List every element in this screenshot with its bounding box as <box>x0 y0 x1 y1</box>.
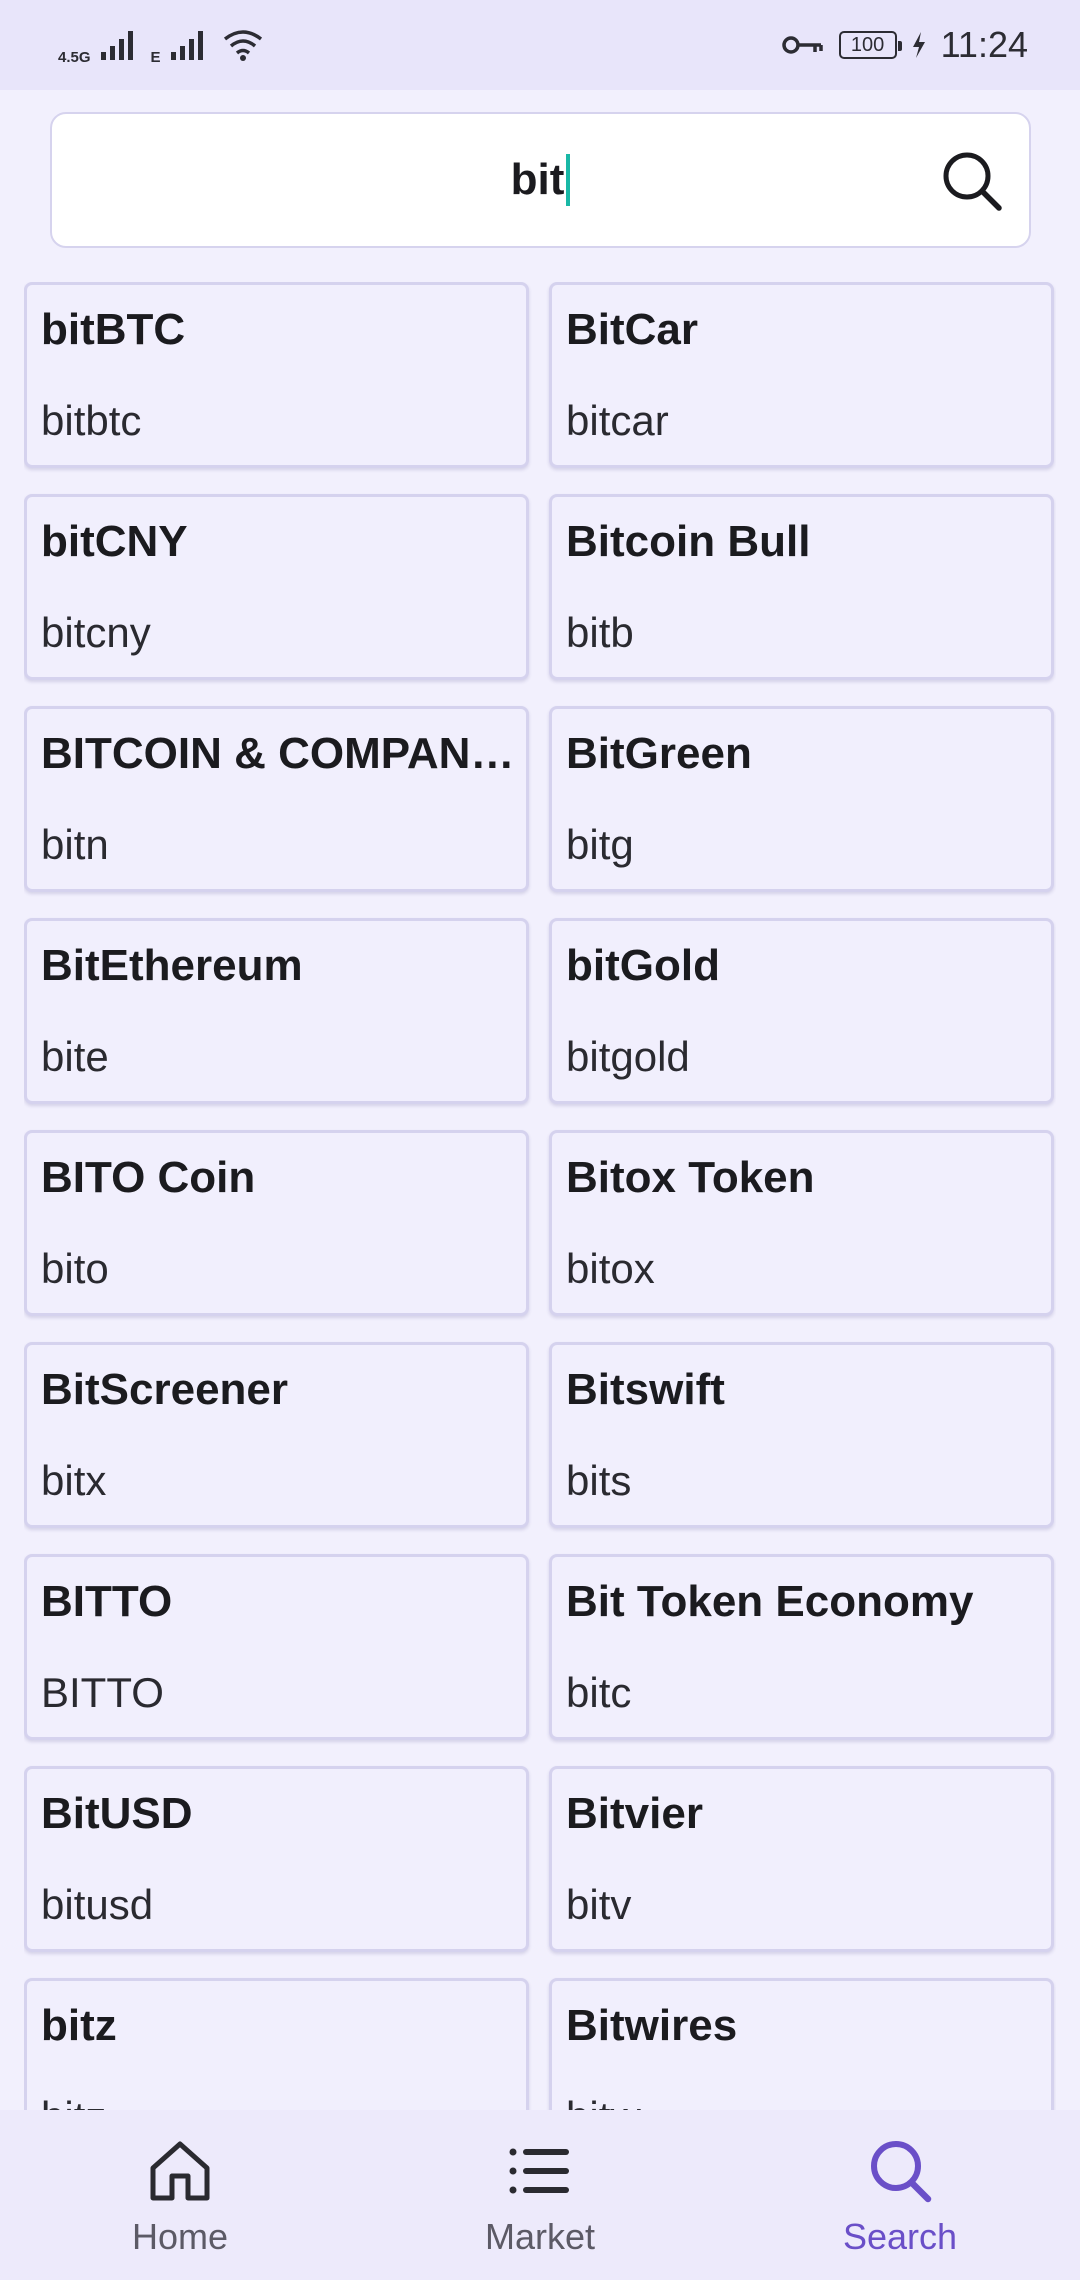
search-input-value: bit <box>510 155 565 204</box>
coin-name: Bitcoin Bull <box>566 517 811 566</box>
coin-name: BitUSD <box>41 1789 193 1838</box>
status-bar: 4.5G E 100 11:24 <box>0 0 1080 90</box>
coin-name: bitz <box>41 2001 117 2050</box>
signal-icon-2 <box>170 31 203 60</box>
result-card[interactable]: BITO Coin bito <box>24 1130 529 1316</box>
coin-name: BitCar <box>566 305 699 354</box>
search-icon[interactable] <box>939 148 1005 214</box>
coin-name: Bitvier <box>566 1789 703 1838</box>
coin-symbol: bitbtc <box>41 397 142 444</box>
coin-symbol: bitc <box>566 1669 632 1716</box>
result-card[interactable]: BitEthereum bite <box>24 918 529 1104</box>
coin-symbol: bitcny <box>41 609 151 656</box>
result-card[interactable]: bitCNY bitcny <box>24 494 529 680</box>
coin-symbol: BITTO <box>41 1669 164 1716</box>
result-card[interactable]: Bit Token Economy bitc <box>549 1554 1054 1740</box>
coin-name: bitCNY <box>41 517 188 566</box>
home-icon <box>150 2141 210 2201</box>
coin-name: Bitox Token <box>566 1153 815 1202</box>
list-icon <box>509 2148 569 2194</box>
result-card[interactable]: BitGreen bitg <box>549 706 1054 892</box>
coin-name: Bitswift <box>566 1365 725 1414</box>
battery-icon: 100 <box>838 31 902 59</box>
clock: 11:24 <box>940 24 1028 65</box>
search-input[interactable]: bit <box>52 114 1029 246</box>
nav-label-market: Market <box>484 2216 596 2257</box>
result-card[interactable]: Bitox Token bitox <box>549 1130 1054 1316</box>
result-card[interactable]: Bitvier bitv <box>549 1766 1054 1952</box>
search-box[interactable]: bit <box>50 112 1031 248</box>
bottom-nav: Home Market Search <box>0 2110 1080 2280</box>
nav-label-search: Search <box>842 2216 958 2257</box>
search-icon <box>871 2141 932 2203</box>
coin-name: bitGold <box>566 941 720 990</box>
coin-symbol: bitx <box>41 1457 107 1504</box>
nav-item-home[interactable]: Home <box>30 2110 330 2280</box>
coin-symbol: bito <box>41 1245 109 1292</box>
coin-symbol: bitg <box>566 821 634 868</box>
coin-symbol: bitv <box>566 1881 632 1928</box>
wifi-icon <box>223 30 262 61</box>
result-card[interactable]: Bitswift bits <box>549 1342 1054 1528</box>
results-grid: bitBTC bitbtc BitCar bitcar bitCNY bitcny Bitc… <box>24 282 1056 2110</box>
result-card[interactable]: bitz bitz <box>24 1978 529 2110</box>
coin-name: BitGreen <box>566 729 752 778</box>
result-card[interactable]: BITTO BITTO <box>24 1554 529 1740</box>
signal-icon <box>100 31 133 60</box>
coin-symbol: bitusd <box>41 1881 154 1928</box>
status-right: 100 11:24 <box>781 24 1028 66</box>
coin-symbol: bitn <box>41 821 109 868</box>
coin-name: Bit Token Economy <box>566 1577 974 1626</box>
coin-symbol: bitw <box>566 2093 641 2110</box>
coin-name: BitScreener <box>41 1365 289 1414</box>
coin-name: bitBTC <box>41 305 186 354</box>
coin-name: Bitwires <box>566 2001 738 2050</box>
result-card[interactable]: BitUSD bitusd <box>24 1766 529 1952</box>
coin-symbol: bitox <box>566 1245 655 1292</box>
coin-symbol: bitgold <box>566 1033 690 1080</box>
result-card[interactable]: bitGold bitgold <box>549 918 1054 1104</box>
coin-name: BITTO <box>41 1577 173 1626</box>
result-card[interactable]: BitCar bitcar <box>549 282 1054 468</box>
status-left: 4.5G E <box>58 25 265 66</box>
coin-symbol: bitb <box>566 609 634 656</box>
coin-symbol: bite <box>41 1033 109 1080</box>
result-card[interactable]: Bitwires bitw <box>549 1978 1054 2110</box>
nav-item-search[interactable]: Search <box>750 2110 1050 2280</box>
coin-name: BitEthereum <box>41 941 303 990</box>
coin-symbol: bitcar <box>566 397 669 444</box>
result-card[interactable]: BITCOIN & COMPAN… bitn <box>24 706 529 892</box>
charging-icon <box>912 32 925 58</box>
coin-symbol: bitz <box>41 2093 106 2110</box>
network-type-label: 4.5G <box>58 48 91 66</box>
coin-name: BITO Coin <box>41 1153 256 1202</box>
nav-item-market[interactable]: Market <box>390 2110 690 2280</box>
result-card[interactable]: bitBTC bitbtc <box>24 282 529 468</box>
result-card[interactable]: Bitcoin Bull bitb <box>549 494 1054 680</box>
text-caret <box>566 154 571 206</box>
result-card[interactable]: BitScreener bitx <box>24 1342 529 1528</box>
key-icon <box>781 36 823 54</box>
coin-symbol: bits <box>566 1457 632 1504</box>
search-area: bit <box>0 90 1080 270</box>
nav-label-home: Home <box>131 2216 229 2257</box>
coin-name: BITCOIN & COMPAN… <box>41 729 515 778</box>
network-type-label-2: E <box>150 48 161 66</box>
